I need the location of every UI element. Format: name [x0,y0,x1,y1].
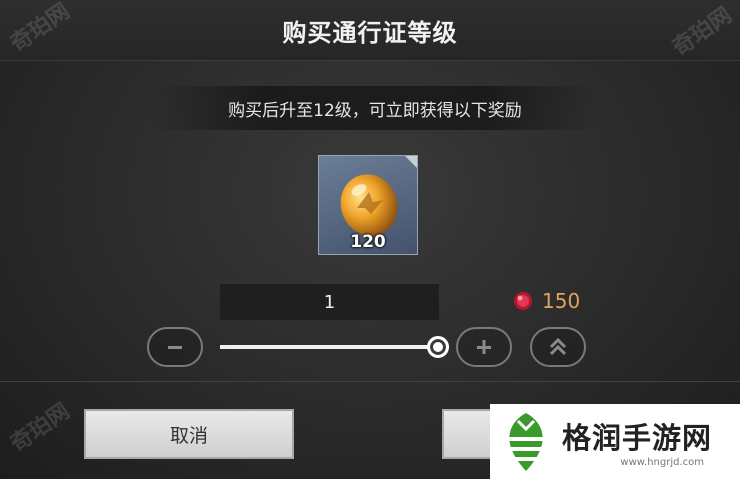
minus-icon [168,346,182,349]
page-title: 购买通行证等级 [282,18,458,47]
tile-corner [405,156,417,168]
plus-icon [477,340,491,354]
quantity-input[interactable]: 1 [220,284,439,320]
amber-gem-icon [340,174,398,236]
double-chevron-up-icon [549,337,567,356]
decrease-button[interactable] [147,327,203,367]
reward-quantity: 120 [350,232,386,252]
reward-description: 购买后升至12级，可立即获得以下奖励 [228,100,522,121]
price-display: 150 [512,289,580,313]
quantity-value: 1 [323,291,336,313]
banner-brand: 格润手游网 [562,421,713,455]
title-bar: 购买通行证等级 [0,0,740,61]
leaf-logo-icon [506,412,546,471]
cancel-button[interactable]: 取消 [84,409,294,459]
max-button[interactable] [530,327,586,367]
banner-url: www.hngrjd.com [620,457,705,468]
red-gem-icon [514,292,532,310]
watermark: 奇珀网 [6,398,75,458]
increase-button[interactable] [456,327,512,367]
cancel-label: 取消 [169,424,208,447]
divider [0,381,740,382]
reward-item-tile[interactable]: 120 [318,155,418,255]
quantity-slider-thumb[interactable] [427,336,449,358]
quantity-slider-track[interactable] [220,345,438,349]
price-value: 150 [542,289,581,313]
description-band: 购买后升至12级，可立即获得以下奖励 [152,86,598,130]
site-banner: 格润手游网 www.hngrjd.com [490,404,740,479]
